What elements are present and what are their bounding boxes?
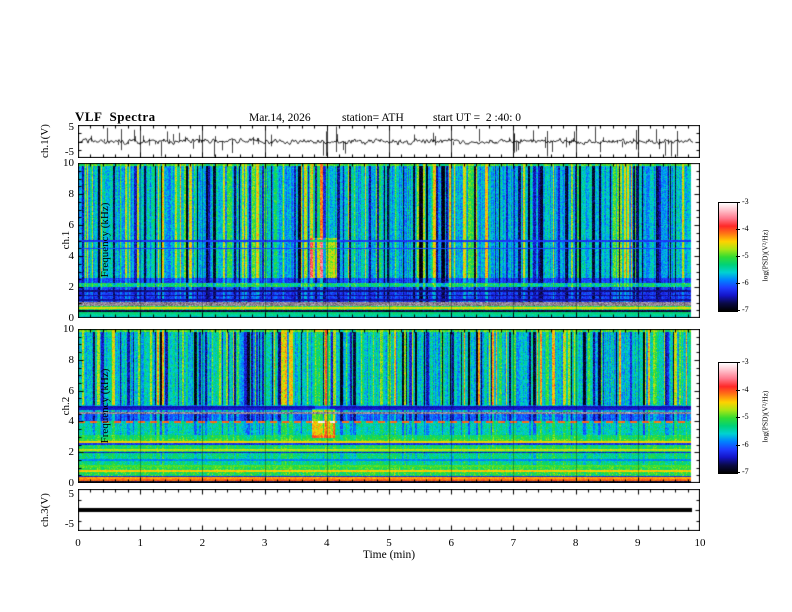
ch3-voltage-waveform-canvas (78, 489, 700, 531)
colorbar-tick (736, 444, 740, 446)
x-tick-label: 2 (199, 537, 206, 549)
x-tick-label: 8 (572, 537, 579, 549)
colorbar-tick (736, 362, 740, 363)
colorbar-tick-label: -4 (742, 384, 749, 394)
y-tick-label: 8 (68, 188, 75, 200)
colorbar-tick (736, 229, 740, 230)
x-tick-label: 3 (261, 537, 268, 549)
vlf-spectra-figure: VLF Spectra Mar.14, 2026 station= ATH st… (0, 0, 792, 612)
colorbar-tick-label: -4 (742, 224, 749, 233)
x-tick-label: 4 (324, 537, 330, 549)
colorbar-tick-label: -6 (742, 439, 749, 449)
y-tick-label: 2 (68, 281, 75, 293)
colorbar-tick-label: -3 (742, 197, 749, 206)
x-tick-label: 10 (694, 537, 706, 549)
x-tick-label: 7 (510, 537, 517, 549)
y-tick-label: 4 (68, 250, 75, 262)
y-tick-label: 5 (68, 121, 75, 133)
y-tick-label: 6 (68, 219, 75, 231)
y-tick-label: 2 (68, 446, 75, 459)
colorbar-ch2-label: log(PSD)(V²/Hz) (760, 390, 770, 443)
colorbar-tick-label: -3 (742, 357, 749, 366)
date-label: Mar.14, 2026 (249, 112, 311, 124)
colorbar-ch2 (718, 362, 738, 474)
ch1-spectrogram-canvas (78, 163, 700, 318)
colorbar-tick (736, 256, 740, 257)
y-tick-label: 6 (68, 384, 75, 397)
colorbar-tick (736, 310, 740, 311)
start-ut-label: start UT = 2 :40: 0 (433, 112, 522, 124)
colorbar-tick-label: -7 (742, 305, 749, 314)
x-tick-label: 6 (448, 537, 454, 549)
ch1-voltage-waveform-canvas (78, 125, 700, 158)
y-tick-label: -5 (64, 518, 74, 530)
colorbar-tick (736, 283, 740, 284)
x-tick-label: 1 (137, 537, 143, 549)
x-tick-label: 0 (75, 537, 81, 549)
colorbar-tick (736, 389, 740, 391)
ch2-frequency-axis-label-line2: Frequency (kHz) (99, 368, 111, 444)
ch3-voltage-axis-label: ch.3(V) (39, 493, 51, 527)
x-axis-label: Time (min) (362, 549, 416, 561)
colorbar-tick (736, 202, 740, 203)
y-tick-label: -5 (64, 146, 74, 158)
y-tick-label: 8 (68, 353, 75, 366)
ch1-frequency-axis-label-line2: Frequency (kHz) (99, 202, 111, 278)
colorbar-tick-label: -7 (742, 467, 749, 476)
colorbar-tick-label: -5 (742, 251, 749, 260)
station-label: station= ATH (342, 112, 404, 124)
colorbar-ch1 (718, 202, 738, 312)
colorbar-tick-label: -6 (742, 278, 749, 287)
y-tick-label: 4 (68, 415, 75, 428)
ch2-spectrogram-canvas (78, 329, 700, 483)
y-tick-label: 10 (63, 157, 74, 169)
colorbar-tick-label: -5 (742, 412, 749, 421)
colorbar-tick (736, 472, 740, 473)
figure-title: VLF Spectra (75, 109, 156, 124)
y-tick-label: 10 (63, 323, 74, 335)
x-tick-label: 5 (386, 537, 392, 549)
colorbar-tick (736, 417, 740, 418)
colorbar-ch1-label: log(PSD)(V²/Hz) (760, 229, 770, 282)
x-tick-label: 9 (635, 537, 641, 549)
y-tick-label: 5 (68, 488, 75, 500)
